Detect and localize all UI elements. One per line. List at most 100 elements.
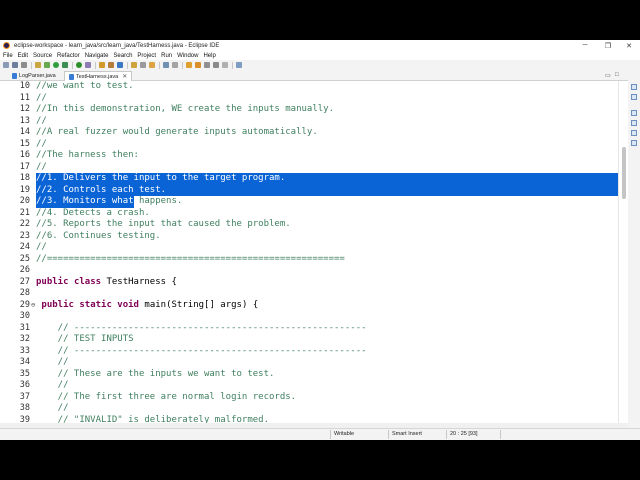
save-icon[interactable]: [12, 62, 18, 68]
minimize-button[interactable]: ─: [574, 40, 596, 51]
search-icon[interactable]: [140, 62, 146, 68]
code-line[interactable]: 32 // TEST INPUTS: [0, 334, 618, 346]
java-file-icon: [12, 73, 17, 79]
minimize-editor-icon[interactable]: ▭: [605, 72, 611, 79]
code-line[interactable]: 34 //: [0, 357, 618, 369]
code-line[interactable]: 13 //: [0, 116, 618, 128]
status-cursor-position: 20 : 25 [93]: [450, 431, 478, 437]
code-line[interactable]: 31 // ----------------------------------…: [0, 323, 618, 335]
maximize-editor-icon[interactable]: □: [615, 72, 619, 78]
menu-project[interactable]: Project: [137, 53, 156, 59]
tab-logparser[interactable]: LogParser.java: [8, 71, 60, 81]
code-line[interactable]: 11 //: [0, 93, 618, 105]
new-package-icon[interactable]: [108, 62, 114, 68]
last-edit-location-icon[interactable]: [204, 62, 210, 68]
task-list-icon[interactable]: [631, 94, 637, 100]
code-line[interactable]: 36 //: [0, 380, 618, 392]
line-text: //1. Delivers the input to the target pr…: [36, 173, 286, 183]
forward-icon[interactable]: [222, 62, 228, 68]
code-line[interactable]: 23 //6. Continues testing.: [0, 231, 618, 243]
menu-window[interactable]: Window: [177, 53, 198, 59]
code-line[interactable]: 20 //3. Monitors what happens.: [0, 196, 618, 208]
code-line[interactable]: 25 //====================================…: [0, 254, 618, 266]
pin-editor-icon[interactable]: [236, 62, 242, 68]
code-line[interactable]: 37 // The first three are normal login r…: [0, 392, 618, 404]
menu-run[interactable]: Run: [161, 53, 172, 59]
line-text: //: [36, 242, 47, 252]
line-number: 29: [19, 299, 30, 310]
code-line[interactable]: 38 //: [0, 403, 618, 415]
code-line[interactable]: 22 //5. Reports the input that caused the…: [0, 219, 618, 231]
toolbar-separator: [31, 61, 32, 69]
build-icon[interactable]: [35, 62, 41, 68]
line-number: 16: [19, 150, 30, 160]
code-line[interactable]: 39 // "INVALID" is deliberately malforme…: [0, 415, 618, 424]
back-icon[interactable]: [213, 62, 219, 68]
menu-refactor[interactable]: Refactor: [57, 53, 80, 59]
open-type-icon[interactable]: [131, 62, 137, 68]
toggle-mark-occurrences-icon[interactable]: [163, 62, 169, 68]
show-whitespace-icon[interactable]: [172, 62, 178, 68]
line-number: 36: [19, 380, 30, 390]
line-text: //: [36, 161, 47, 172]
fold-collapse-icon[interactable]: ⊖: [31, 300, 35, 312]
line-number: 24: [19, 242, 30, 252]
code-line[interactable]: 12 //In this demonstration, WE create the…: [0, 104, 618, 116]
problems-view-icon[interactable]: [631, 110, 637, 116]
code-line[interactable]: 21 //4. Detects a crash.: [0, 208, 618, 220]
restore-button[interactable]: ❐: [597, 40, 619, 51]
code-line[interactable]: 17 //: [0, 162, 618, 174]
open-task-icon[interactable]: [149, 62, 155, 68]
menu-source[interactable]: Source: [33, 53, 52, 59]
menu-navigate[interactable]: Navigate: [85, 53, 109, 59]
run-icon[interactable]: [53, 62, 59, 68]
tab-testharness[interactable]: TestHarness.java ✕: [64, 71, 133, 81]
new-java-project-icon[interactable]: [99, 62, 105, 68]
menu-file[interactable]: File: [3, 53, 13, 59]
code-editor[interactable]: 10 //we want to test. 11 // 12 //In this demo…: [0, 81, 618, 423]
line-text: //: [36, 115, 47, 126]
outline-view-icon[interactable]: [631, 84, 637, 90]
code-line[interactable]: 26: [0, 265, 618, 277]
menu-help[interactable]: Help: [203, 53, 215, 59]
code-line[interactable]: 28: [0, 288, 618, 300]
code-line[interactable]: 24 //: [0, 242, 618, 254]
next-annotation-icon[interactable]: [186, 62, 192, 68]
menu-edit[interactable]: Edit: [18, 53, 28, 59]
code-line[interactable]: 15 //: [0, 139, 618, 151]
code-line[interactable]: 19 //2. Controls each test.: [0, 184, 618, 196]
debug-icon[interactable]: [44, 62, 50, 68]
line-number: 22: [19, 219, 30, 229]
run-last-icon[interactable]: [76, 62, 82, 68]
code-line[interactable]: 16 //The harness then:: [0, 150, 618, 162]
line-number: 26: [19, 265, 30, 275]
save-all-icon[interactable]: [21, 62, 27, 68]
external-tools-icon[interactable]: [85, 62, 91, 68]
code-line[interactable]: 30: [0, 311, 618, 323]
code-line[interactable]: 18 //1. Delivers the input to the target …: [0, 173, 618, 185]
previous-annotation-icon[interactable]: [195, 62, 201, 68]
scrollbar-thumb[interactable]: [622, 147, 626, 199]
line-text: //======================================…: [36, 253, 345, 264]
code-line[interactable]: 14 //A real fuzzer would generate inputs …: [0, 127, 618, 139]
coverage-icon[interactable]: [62, 62, 68, 68]
console-view-icon[interactable]: [631, 140, 637, 146]
editor-vertical-scrollbar[interactable]: [618, 81, 628, 423]
tab-close-icon[interactable]: ✕: [122, 73, 127, 80]
line-number: 35: [19, 368, 30, 379]
code-line[interactable]: 10 //we want to test.: [0, 81, 618, 93]
code-line[interactable]: 33 // ----------------------------------…: [0, 346, 618, 358]
line-number: 14: [19, 127, 30, 137]
javadoc-view-icon[interactable]: [631, 120, 637, 126]
line-text: //4. Detects a crash.: [36, 207, 150, 218]
status-insert-mode[interactable]: Smart Insert: [392, 431, 422, 437]
new-icon[interactable]: [3, 62, 9, 68]
declaration-view-icon[interactable]: [631, 130, 637, 136]
code-line[interactable]: 35 // These are the inputs we want to te…: [0, 369, 618, 381]
line-number: 38: [19, 403, 30, 413]
menu-search[interactable]: Search: [113, 53, 132, 59]
code-line[interactable]: 27 public class TestHarness {: [0, 277, 618, 289]
code-line[interactable]: 29 ⊖ public static void main(String[] arg…: [0, 300, 618, 312]
new-class-icon[interactable]: [117, 62, 123, 68]
close-button[interactable]: ✕: [618, 40, 640, 51]
